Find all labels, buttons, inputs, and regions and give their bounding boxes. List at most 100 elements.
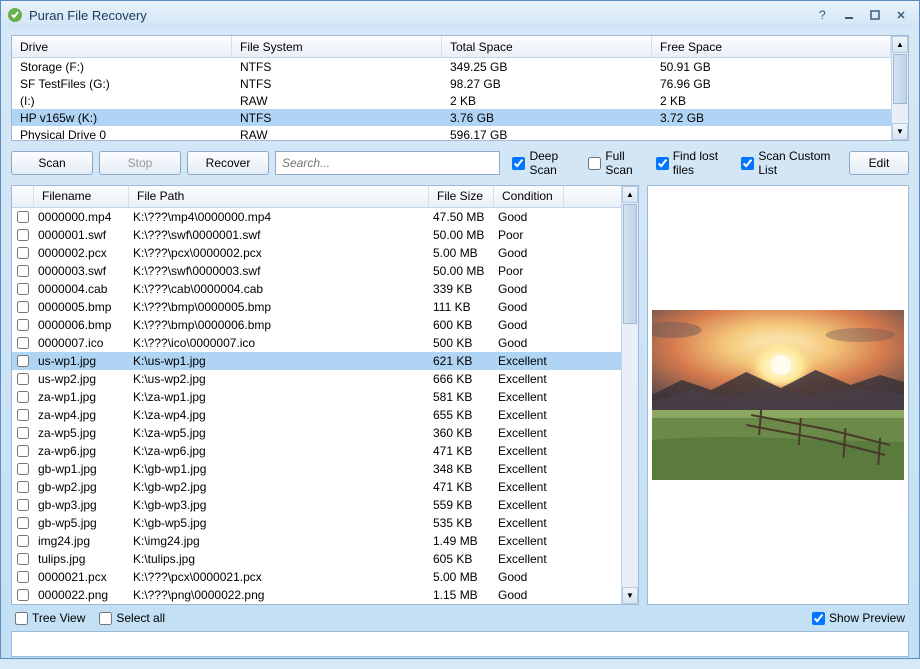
file-row[interactable]: 0000001.swfK:\???\swf\0000001.swf50.00 M… bbox=[12, 226, 621, 244]
scroll-up-arrow-icon[interactable]: ▲ bbox=[892, 36, 908, 53]
file-row-checkbox[interactable] bbox=[17, 427, 29, 439]
show-preview-checkbox[interactable]: Show Preview bbox=[812, 611, 905, 625]
file-scrollbar[interactable]: ▲ ▼ bbox=[621, 186, 638, 604]
tree-view-input[interactable] bbox=[15, 612, 28, 625]
scroll-down-arrow-icon[interactable]: ▼ bbox=[892, 123, 908, 140]
file-cell-cond: Excellent bbox=[494, 372, 564, 386]
scroll-down-arrow-icon[interactable]: ▼ bbox=[622, 587, 638, 604]
file-row-checkbox[interactable] bbox=[17, 391, 29, 403]
file-row-checkbox[interactable] bbox=[17, 301, 29, 313]
file-row[interactable]: us-wp1.jpgK:\us-wp1.jpg621 KBExcellent bbox=[12, 352, 621, 370]
close-button[interactable] bbox=[889, 6, 913, 24]
file-row[interactable]: 0000002.pcxK:\???\pcx\0000002.pcx5.00 MB… bbox=[12, 244, 621, 262]
file-row[interactable]: za-wp4.jpgK:\za-wp4.jpg655 KBExcellent bbox=[12, 406, 621, 424]
file-row-checkbox[interactable] bbox=[17, 211, 29, 223]
file-row[interactable]: gb-wp5.jpgK:\gb-wp5.jpg535 KBExcellent bbox=[12, 514, 621, 532]
file-row[interactable]: tulips.jpgK:\tulips.jpg605 KBExcellent bbox=[12, 550, 621, 568]
file-header-condition[interactable]: Condition bbox=[494, 186, 564, 207]
file-row[interactable]: za-wp1.jpgK:\za-wp1.jpg581 KBExcellent bbox=[12, 388, 621, 406]
file-row-checkbox[interactable] bbox=[17, 463, 29, 475]
file-cell-path: K:\???\pcx\0000021.pcx bbox=[129, 570, 429, 584]
search-input[interactable] bbox=[275, 151, 500, 175]
file-row-checkbox[interactable] bbox=[17, 337, 29, 349]
file-header-filepath[interactable]: File Path bbox=[129, 186, 429, 207]
drive-row[interactable]: Storage (F:)NTFS349.25 GB50.91 GB bbox=[12, 58, 891, 75]
file-row[interactable]: img24.jpgK:\img24.jpg1.49 MBExcellent bbox=[12, 532, 621, 550]
stop-button[interactable]: Stop bbox=[99, 151, 181, 175]
file-row-checkbox[interactable] bbox=[17, 535, 29, 547]
drive-row[interactable]: (I:)RAW2 KB2 KB bbox=[12, 92, 891, 109]
scroll-thumb[interactable] bbox=[893, 54, 907, 104]
deep-scan-input[interactable] bbox=[512, 157, 525, 170]
file-row[interactable]: us-wp2.jpgK:\us-wp2.jpg666 KBExcellent bbox=[12, 370, 621, 388]
file-row-checkbox[interactable] bbox=[17, 517, 29, 529]
drive-row[interactable]: HP v165w (K:)NTFS3.76 GB3.72 GB bbox=[12, 109, 891, 126]
file-row-checkbox[interactable] bbox=[17, 499, 29, 511]
file-row-checkbox[interactable] bbox=[17, 265, 29, 277]
file-row-checkbox[interactable] bbox=[17, 355, 29, 367]
recover-button[interactable]: Recover bbox=[187, 151, 269, 175]
file-row[interactable]: 0000021.pcxK:\???\pcx\0000021.pcx5.00 MB… bbox=[12, 568, 621, 586]
file-row[interactable]: gb-wp2.jpgK:\gb-wp2.jpg471 KBExcellent bbox=[12, 478, 621, 496]
file-row-checkbox[interactable] bbox=[17, 571, 29, 583]
scroll-up-arrow-icon[interactable]: ▲ bbox=[622, 186, 638, 203]
drive-header-free[interactable]: Free Space bbox=[652, 36, 891, 57]
status-bar bbox=[11, 631, 909, 657]
file-cell-cond: Excellent bbox=[494, 534, 564, 548]
select-all-checkbox[interactable]: Select all bbox=[99, 611, 165, 625]
file-row-checkbox[interactable] bbox=[17, 247, 29, 259]
file-row-checkbox[interactable] bbox=[17, 589, 29, 601]
edit-button[interactable]: Edit bbox=[849, 151, 909, 175]
file-row-check bbox=[12, 337, 34, 349]
drive-header-drive[interactable]: Drive bbox=[12, 36, 232, 57]
file-cell-cond: Excellent bbox=[494, 552, 564, 566]
file-row[interactable]: 0000003.swfK:\???\swf\0000003.swf50.00 M… bbox=[12, 262, 621, 280]
drive-header-filesystem[interactable]: File System bbox=[232, 36, 442, 57]
file-row-checkbox[interactable] bbox=[17, 409, 29, 421]
file-row-checkbox[interactable] bbox=[17, 553, 29, 565]
select-all-input[interactable] bbox=[99, 612, 112, 625]
file-cell-name: gb-wp2.jpg bbox=[34, 480, 129, 494]
maximize-button[interactable] bbox=[863, 6, 887, 24]
scan-button[interactable]: Scan bbox=[11, 151, 93, 175]
file-row[interactable]: za-wp6.jpgK:\za-wp6.jpg471 KBExcellent bbox=[12, 442, 621, 460]
full-scan-checkbox[interactable]: Full Scan bbox=[588, 149, 649, 177]
help-button[interactable]: ? bbox=[811, 6, 835, 24]
file-row[interactable]: za-wp5.jpgK:\za-wp5.jpg360 KBExcellent bbox=[12, 424, 621, 442]
file-row[interactable]: gb-wp1.jpgK:\gb-wp1.jpg348 KBExcellent bbox=[12, 460, 621, 478]
file-row-checkbox[interactable] bbox=[17, 373, 29, 385]
show-preview-input[interactable] bbox=[812, 612, 825, 625]
drive-scrollbar[interactable]: ▲ ▼ bbox=[891, 36, 908, 140]
file-header-filename[interactable]: Filename bbox=[34, 186, 129, 207]
drive-cell-drive: Storage (F:) bbox=[12, 60, 232, 74]
file-row[interactable]: 0000022.pngK:\???\png\0000022.png1.15 MB… bbox=[12, 586, 621, 604]
full-scan-input[interactable] bbox=[588, 157, 601, 170]
file-row[interactable]: 0000005.bmpK:\???\bmp\0000005.bmp111 KBG… bbox=[12, 298, 621, 316]
file-row[interactable]: 0000007.icoK:\???\ico\0000007.ico500 KBG… bbox=[12, 334, 621, 352]
file-row-checkbox[interactable] bbox=[17, 319, 29, 331]
deep-scan-checkbox[interactable]: Deep Scan bbox=[512, 149, 582, 177]
file-row[interactable]: 0000004.cabK:\???\cab\0000004.cab339 KBG… bbox=[12, 280, 621, 298]
file-row[interactable]: gb-wp3.jpgK:\gb-wp3.jpg559 KBExcellent bbox=[12, 496, 621, 514]
file-row-checkbox[interactable] bbox=[17, 445, 29, 457]
drive-row[interactable]: Physical Drive 0RAW596.17 GB bbox=[12, 126, 891, 140]
show-preview-label: Show Preview bbox=[829, 611, 905, 625]
minimize-button[interactable] bbox=[837, 6, 861, 24]
file-row-checkbox[interactable] bbox=[17, 481, 29, 493]
file-row[interactable]: 0000000.mp4K:\???\mp4\0000000.mp447.50 M… bbox=[12, 208, 621, 226]
file-header-filesize[interactable]: File Size bbox=[429, 186, 494, 207]
find-lost-checkbox[interactable]: Find lost files bbox=[656, 149, 736, 177]
scan-custom-input[interactable] bbox=[741, 157, 754, 170]
file-row-checkbox[interactable] bbox=[17, 283, 29, 295]
drive-cell-fs: RAW bbox=[232, 128, 442, 141]
file-row-checkbox[interactable] bbox=[17, 229, 29, 241]
find-lost-input[interactable] bbox=[656, 157, 669, 170]
file-cell-path: K:\us-wp1.jpg bbox=[129, 354, 429, 368]
drive-row[interactable]: SF TestFiles (G:)NTFS98.27 GB76.96 GB bbox=[12, 75, 891, 92]
tree-view-checkbox[interactable]: Tree View bbox=[15, 611, 85, 625]
scroll-thumb[interactable] bbox=[623, 204, 637, 324]
file-row[interactable]: 0000006.bmpK:\???\bmp\0000006.bmp600 KBG… bbox=[12, 316, 621, 334]
file-row-check bbox=[12, 481, 34, 493]
drive-header-total[interactable]: Total Space bbox=[442, 36, 652, 57]
scan-custom-checkbox[interactable]: Scan Custom List bbox=[741, 149, 843, 177]
